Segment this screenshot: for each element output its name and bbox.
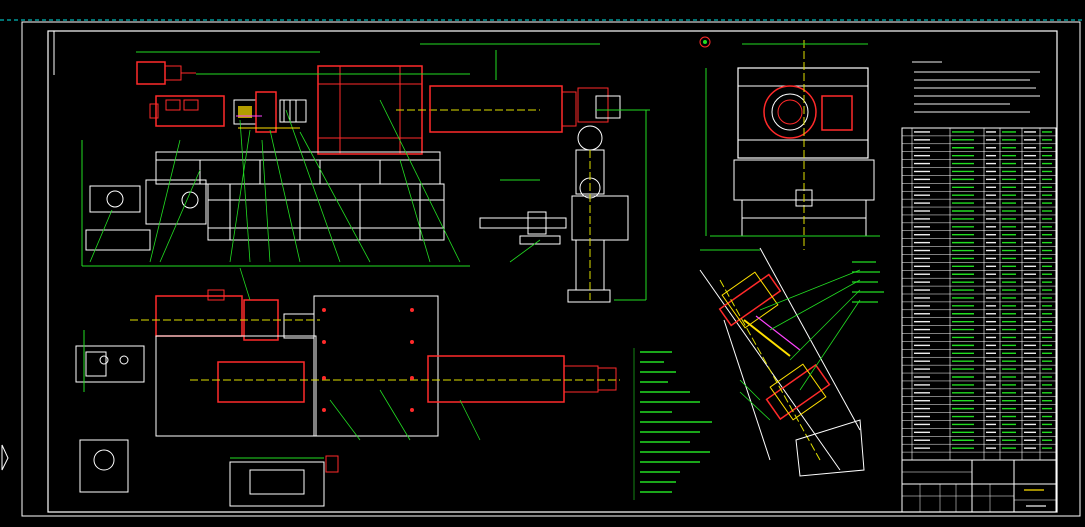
plan-view: [75, 267, 620, 507]
parts-list-table: [901, 127, 1057, 513]
side-view: [699, 36, 880, 250]
cad-drawing-canvas: [0, 0, 1085, 527]
sheet-inner-border: [47, 30, 1058, 513]
inclined-section-view: [699, 247, 884, 477]
title-block: [901, 459, 1057, 513]
front-elevation-view: [81, 43, 650, 303]
cad-drawing: [0, 19, 1085, 517]
technical-requirements-notes: [912, 61, 1040, 113]
edge-marker: [1, 444, 9, 471]
technical-spec-notes: [633, 348, 712, 500]
